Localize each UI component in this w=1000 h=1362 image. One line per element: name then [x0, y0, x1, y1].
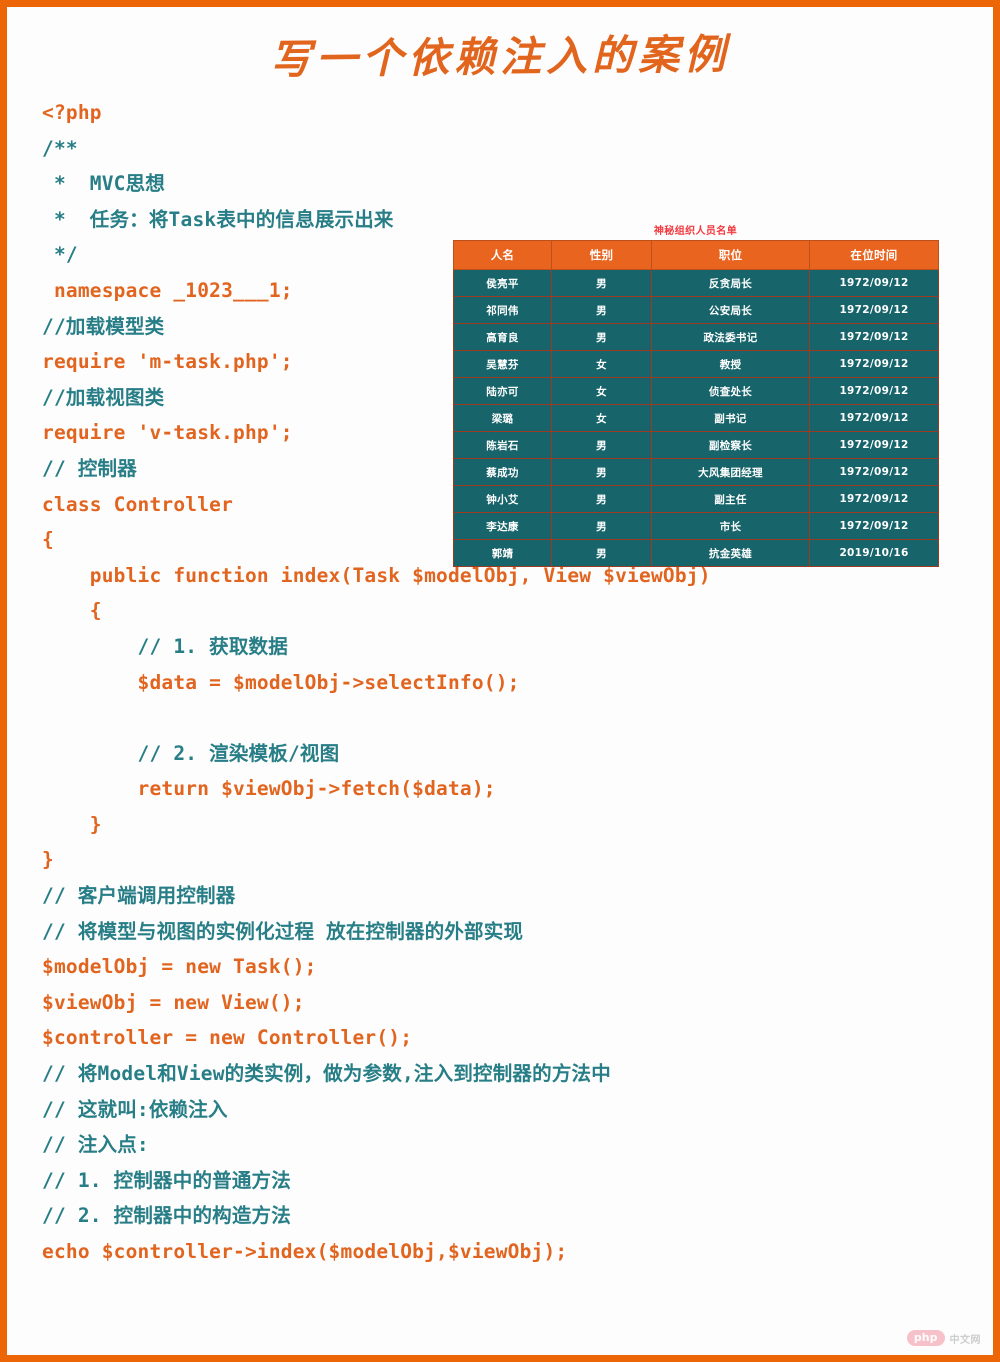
table-cell: 祁同伟	[453, 296, 552, 324]
table-cell: 1972/09/12	[809, 512, 939, 540]
table-row: 吴慧芬女教授 1972/09/12	[453, 350, 939, 378]
code-line: }	[42, 848, 54, 872]
table-cell: 吴慧芬	[453, 350, 552, 378]
table-cell: 1972/09/12	[809, 485, 939, 513]
code-line: // 2. 控制器中的构造方法	[42, 1204, 291, 1228]
code-line: // 这就叫:依赖注入	[42, 1097, 228, 1121]
code-line: $data = $modelObj->selectInfo();	[42, 670, 520, 694]
table-row: 蔡成功男大风集团经理 1972/09/12	[453, 458, 939, 486]
code-line: echo $controller->index($modelObj,$viewO…	[42, 1240, 568, 1263]
table-cell: 1972/09/12	[809, 431, 939, 459]
table-cell: 男	[551, 458, 652, 486]
table-cell: 教授	[651, 350, 810, 378]
table-cell: 女	[551, 404, 652, 432]
code-line: // 将Model和View的类实例，做为参数,注入到控制器的方法中	[42, 1062, 611, 1086]
table-cell: 男	[551, 512, 652, 540]
table-cell: 男	[551, 269, 652, 297]
table-cell: 男	[551, 296, 652, 324]
watermark-suffix-text: 中文网	[949, 1334, 981, 1346]
table-cell: 男	[551, 323, 652, 351]
table-cell: 副书记	[651, 404, 810, 432]
table-cell: 男	[551, 539, 652, 567]
table-row: 陆亦可女侦查处长 1972/09/12	[453, 377, 939, 405]
code-line: // 1. 控制器中的普通方法	[42, 1168, 291, 1192]
org-table-container: 神秘组织人员名单 人名 性别 职位 在位时间 侯亮平男反贪局长 1972/09/12 祁同…	[453, 226, 939, 567]
table-cell: 2019/10/16	[809, 539, 939, 567]
table-cell: 政法委书记	[651, 323, 810, 351]
table-column-header: 职位	[651, 240, 810, 270]
table-cell: 男	[551, 485, 652, 513]
code-line: // 注入点:	[42, 1133, 149, 1157]
table-cell: 高育良	[453, 323, 552, 351]
code-line: {	[42, 599, 102, 623]
table-cell: 1972/09/12	[809, 377, 939, 405]
table-cell: 男	[551, 431, 652, 459]
table-cell: 郭靖	[453, 539, 552, 567]
table-cell: 抗金英雄	[651, 539, 810, 567]
table-row: 钟小艾男副主任 1972/09/12	[453, 485, 939, 513]
watermark-brand-badge: php	[906, 1330, 945, 1346]
table-cell: 陈岩石	[453, 431, 552, 459]
table-column-header: 在位时间	[809, 240, 939, 270]
table-cell: 副主任	[651, 485, 810, 513]
table-cell: 梁璐	[453, 404, 552, 432]
page-title: 写一个依赖注入的案例	[269, 30, 731, 84]
table-column-header: 性别	[551, 240, 652, 270]
table-row: 郭靖男抗金英雄 2019/10/16	[453, 539, 939, 567]
org-members-table: 人名 性别 职位 在位时间 侯亮平男反贪局长 1972/09/12 祁同伟男公安局长 197…	[453, 240, 939, 567]
table-cell: 公安局长	[651, 296, 810, 324]
code-line: }	[42, 812, 102, 836]
table-cell: 李达康	[453, 512, 552, 540]
code-line: <?php	[42, 101, 102, 124]
code-line: // 1. 获取数据	[42, 634, 288, 658]
table-cell: 女	[551, 350, 652, 378]
table-row: 梁璐女副书记 1972/09/12	[453, 404, 939, 432]
table-cell: 钟小艾	[453, 485, 552, 513]
table-cell: 大风集团经理	[651, 458, 810, 486]
code-line: /**	[42, 136, 78, 160]
code-line: * MVC思想	[42, 172, 165, 196]
table-cell: 市长	[651, 512, 810, 540]
table-cell: 1972/09/12	[809, 296, 939, 324]
table-head: 人名 性别 职位 在位时间	[453, 240, 939, 270]
page-root: 写一个依赖注入的案例 <?php/** * MVC思想 * 任务：将Task表中…	[0, 0, 1000, 1362]
table-row: 祁同伟男公安局长 1972/09/12	[453, 296, 939, 324]
table-cell: 陆亦可	[453, 377, 552, 405]
code-line: // 客户端调用控制器	[42, 884, 236, 908]
table-cell: 1972/09/12	[809, 404, 939, 432]
code-line: $modelObj = new Task();	[42, 955, 317, 979]
table-cell: 侯亮平	[453, 269, 552, 297]
page-canvas: 写一个依赖注入的案例 <?php/** * MVC思想 * 任务：将Task表中…	[7, 7, 993, 1355]
table-caption: 神秘组织人员名单	[653, 226, 738, 237]
table-cell: 侦查处长	[651, 377, 810, 405]
table-cell: 1972/09/12	[809, 269, 939, 297]
table-row: 高育良男政法委书记 1972/09/12	[453, 323, 939, 351]
table-cell: 蔡成功	[453, 458, 552, 486]
code-line: // 2. 渲染模板/视图	[42, 741, 340, 765]
code-line: // 将模型与视图的实例化过程 放在控制器的外部实现	[42, 919, 524, 943]
table-cell: 1972/09/12	[809, 350, 939, 378]
code-line: return $viewObj->fetch($data);	[42, 777, 496, 801]
table-body: 侯亮平男反贪局长 1972/09/12 祁同伟男公安局长 1972/09/12 高育良男…	[453, 269, 939, 567]
code-line: $controller = new Controller();	[42, 1026, 413, 1050]
table-column-header: 人名	[453, 240, 552, 270]
watermark: php 中文网	[906, 1330, 981, 1346]
table-row: 陈岩石男副检察长 1972/09/12	[453, 431, 939, 459]
table-cell: 副检察长	[651, 431, 810, 459]
table-row: 李达康男市长 1972/09/12	[453, 512, 939, 540]
code-line: $viewObj = new View();	[42, 990, 305, 1014]
table-cell: 1972/09/12	[809, 323, 939, 351]
table-cell: 反贪局长	[651, 269, 810, 297]
table-cell: 1972/09/12	[809, 458, 939, 486]
table-header-row: 人名 性别 职位 在位时间	[453, 240, 939, 270]
table-cell: 女	[551, 377, 652, 405]
table-row: 侯亮平男反贪局长 1972/09/12	[453, 269, 939, 297]
